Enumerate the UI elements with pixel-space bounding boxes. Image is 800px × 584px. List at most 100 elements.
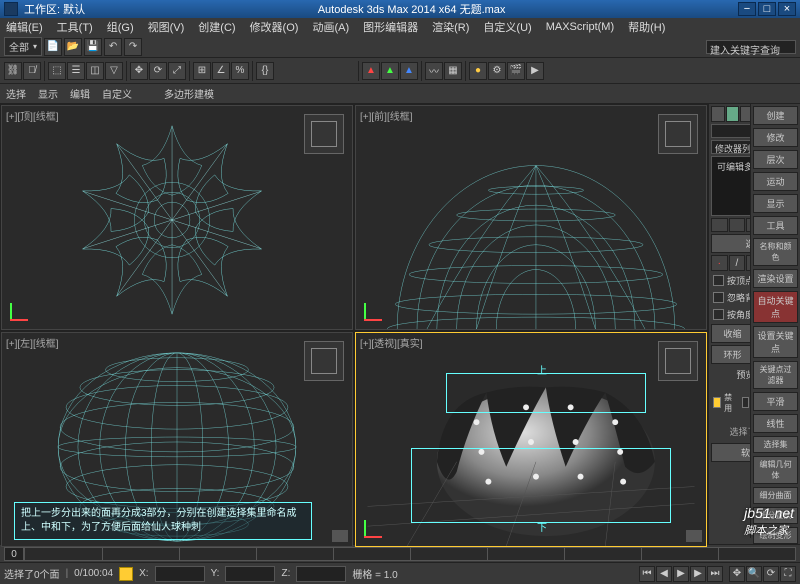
play-icon[interactable]: ▶ [673,566,689,582]
viewport-top[interactable]: [+][顶][线框] [1,105,353,330]
safeframe-icon[interactable] [686,530,702,542]
maximize-button[interactable]: □ [758,2,776,16]
filter-icon[interactable]: ▽ [105,62,123,80]
frame-current[interactable]: 0 [4,547,24,561]
viewport-top-label[interactable]: [+][顶][线框] [6,108,63,123]
side-render[interactable]: 渲染设置 [753,269,798,288]
select-name-icon[interactable]: ☰ [67,62,85,80]
select-region-icon[interactable]: ◫ [86,62,104,80]
new-icon[interactable]: 📄 [44,38,62,56]
percent-snap-icon[interactable]: % [231,62,249,80]
orbit-icon[interactable]: ⟳ [763,566,779,582]
viewport-front[interactable]: [+][前][线框] [355,105,707,330]
search-input[interactable]: 建入关键字查询 [706,40,796,54]
side-hierarchy[interactable]: 层次 [753,150,798,169]
interp-linear[interactable]: 线性 [753,414,798,433]
render-frame-icon[interactable]: 🎬 [507,62,525,80]
side-editgeo[interactable]: 编辑几何体 [753,456,798,484]
side-selsets[interactable]: 选择集 [753,436,798,453]
pin-stack-icon[interactable] [711,218,728,232]
side-name-color[interactable]: 名称和颜色 [753,238,798,266]
x-input[interactable] [155,566,205,582]
show-end-icon[interactable] [729,218,746,232]
curve-editor-icon[interactable]: 〰 [425,62,443,80]
align-icon[interactable]: ▲ [381,62,399,80]
side-display[interactable]: 显示 [753,194,798,213]
menu-modifiers[interactable]: 修改器(O) [250,19,299,35]
scale-icon[interactable]: ⤢ [168,62,186,80]
ribbon-tab-custom[interactable]: 自定义 [102,86,132,101]
menu-customize[interactable]: 自定义(U) [483,19,531,35]
shrink-button[interactable]: 收缩 [711,324,754,343]
viewcube-icon[interactable] [304,114,344,154]
key-filter-button[interactable]: 关键点过滤器 [753,361,798,389]
tab-modify-icon[interactable] [726,106,740,122]
unlink-icon[interactable]: ⛓̸ [23,62,41,80]
undo-icon[interactable]: ↶ [104,38,122,56]
menu-tools[interactable]: 工具(T) [57,19,93,35]
snap-icon[interactable]: ⊞ [193,62,211,80]
viewport-left-label[interactable]: [+][左][线框] [6,335,63,350]
link-icon[interactable]: ⛓ [4,62,22,80]
menu-maxscript[interactable]: MAXScript(M) [546,21,614,33]
close-button[interactable]: × [778,2,796,16]
ribbon-tab-select[interactable]: 选择 [6,86,26,101]
menu-animation[interactable]: 动画(A) [312,19,349,35]
side-create[interactable]: 创建 [753,106,798,125]
next-frame-icon[interactable]: ▶ [690,566,706,582]
schematic-icon[interactable]: ▦ [444,62,462,80]
mirror-icon[interactable]: ▲ [362,62,380,80]
angle-snap-icon[interactable]: ∠ [212,62,230,80]
menu-render[interactable]: 渲染(R) [432,19,469,35]
safeframe-icon[interactable] [332,530,348,542]
render-setup-icon[interactable]: ⚙ [488,62,506,80]
menu-graph[interactable]: 图形编辑器 [363,19,418,35]
z-input[interactable] [296,566,346,582]
save-icon[interactable]: 💾 [84,38,102,56]
side-modify[interactable]: 修改 [753,128,798,147]
time-slider[interactable] [24,547,796,561]
layout-dropdown[interactable]: 全部 [4,37,42,56]
menu-create[interactable]: 创建(C) [198,19,235,35]
edge-subobj-icon[interactable]: / [729,255,746,271]
viewport-front-label[interactable]: [+][前][线框] [360,108,417,123]
viewport-persp-label[interactable]: [+][透视][真实] [360,335,427,350]
side-subdiv[interactable]: 细分曲面 [753,487,798,504]
material-icon[interactable]: ● [469,62,487,80]
app-menu-button[interactable] [4,2,18,16]
menu-view[interactable]: 视图(V) [148,19,185,35]
layer-icon[interactable]: ▲ [400,62,418,80]
tab-create-icon[interactable] [711,106,725,122]
maximize-vp-icon[interactable]: ⛶ [780,566,796,582]
select-icon[interactable]: ⬚ [48,62,66,80]
autokey-button[interactable]: 自动关键点 [753,291,798,323]
redo-icon[interactable]: ↷ [124,38,142,56]
interp-smooth[interactable]: 平滑 [753,392,798,411]
rotate-icon[interactable]: ⟳ [149,62,167,80]
viewcube-icon[interactable] [304,341,344,381]
named-sets-icon[interactable]: {} [256,62,274,80]
ribbon-tab-edit[interactable]: 编辑 [70,86,90,101]
menu-help[interactable]: 帮助(H) [628,19,665,35]
viewport-perspective[interactable]: [+][透视][真实] [355,332,707,547]
menu-edit[interactable]: 编辑(E) [6,19,43,35]
side-motion[interactable]: 运动 [753,172,798,191]
prev-frame-icon[interactable]: ◀ [656,566,672,582]
preview-off-radio[interactable]: 禁用 [711,385,737,420]
open-icon[interactable]: 📂 [64,38,82,56]
move-icon[interactable]: ✥ [130,62,148,80]
viewport-left[interactable]: [+][左][线框] 把上一步分出来的面再分成3部分，分别在创建选择集里命名成上… [1,332,353,547]
menu-group[interactable]: 组(G) [107,19,134,35]
vertex-subobj-icon[interactable]: · [711,255,728,271]
zoom-icon[interactable]: 🔍 [746,566,762,582]
ribbon-tab-display[interactable]: 显示 [38,86,58,101]
goto-end-icon[interactable]: ⏭ [707,566,723,582]
render-icon[interactable]: ▶ [526,62,544,80]
lock-icon[interactable] [119,567,133,581]
side-utility[interactable]: 工具 [753,216,798,235]
timeline[interactable]: 0 [0,544,800,562]
viewcube-icon[interactable] [658,341,698,381]
minimize-button[interactable]: − [738,2,756,16]
ring-button[interactable]: 环形 [711,345,754,364]
viewcube-icon[interactable] [658,114,698,154]
